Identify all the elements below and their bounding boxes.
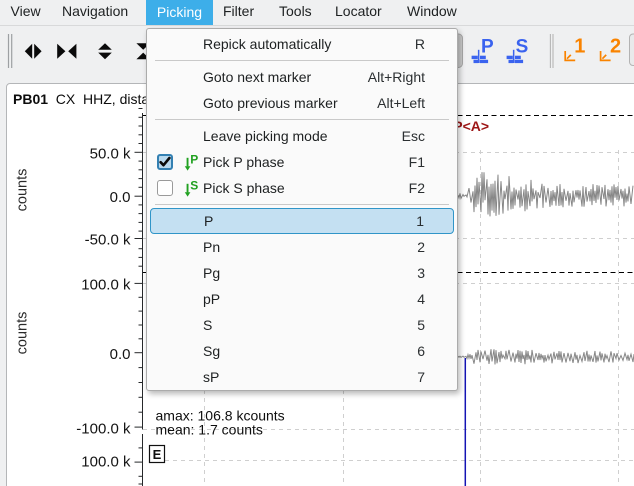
svg-text:counts: counts bbox=[15, 169, 31, 212]
svg-text:P: P bbox=[190, 153, 198, 166]
svg-text:-50.0 k: -50.0 k bbox=[85, 231, 131, 248]
svg-text:counts: counts bbox=[15, 312, 31, 355]
svg-text:mean: 1.7 counts: mean: 1.7 counts bbox=[156, 422, 263, 438]
svg-text:100.0 k: 100.0 k bbox=[81, 277, 131, 294]
svg-text:50.0 k: 50.0 k bbox=[90, 146, 131, 163]
svg-text:0.0: 0.0 bbox=[110, 189, 131, 206]
svg-text:100.0 k: 100.0 k bbox=[81, 453, 131, 470]
svg-text:0.0: 0.0 bbox=[110, 346, 131, 363]
svg-text:S: S bbox=[190, 179, 198, 192]
svg-text:E: E bbox=[153, 447, 162, 462]
svg-text:P<A>: P<A> bbox=[453, 118, 489, 134]
svg-text:-100.0 k: -100.0 k bbox=[76, 420, 131, 437]
